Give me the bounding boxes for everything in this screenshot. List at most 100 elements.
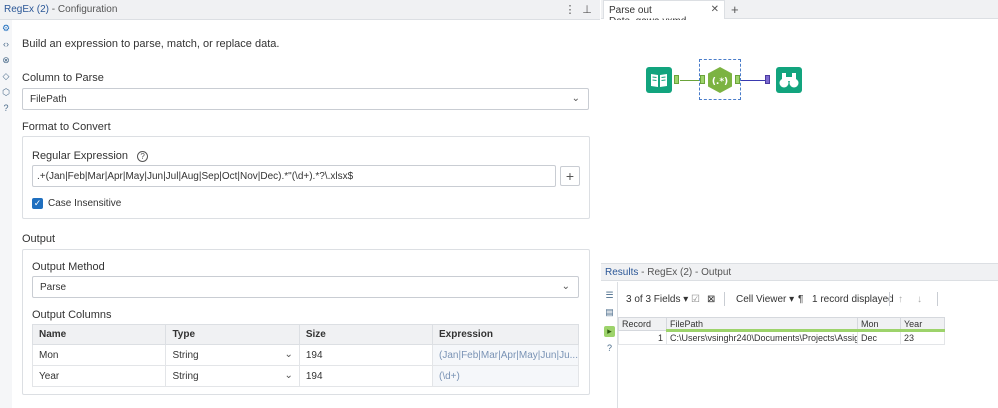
add-token-button[interactable]: + (560, 166, 580, 186)
config-sidebar: ⚙ ‹› ⊗ ◇ ⬡ ? (0, 22, 12, 118)
output-columns-table: Name Type Size Expression Mon String ⌄ 19… (31, 324, 579, 387)
help-icon[interactable]: ? (0, 102, 12, 114)
results-header: Results - RegEx (2) - Output (601, 263, 998, 281)
help-icon[interactable]: ? (604, 343, 615, 354)
toolbar-divider (889, 292, 890, 306)
column-header-expression: Expression (432, 324, 579, 345)
results-toolbar: 3 of 3 Fields ▾ ☑ ⊠ Cell Viewer ▾ ¶ 1 re… (618, 289, 998, 311)
code-icon[interactable]: ‹› (0, 38, 12, 50)
column-expression-cell: (\d+) (432, 365, 579, 387)
input-anchor[interactable] (765, 75, 770, 84)
grid-header-mon[interactable]: Mon (857, 317, 901, 332)
toolbar-divider (937, 292, 938, 306)
results-header-row: Record FilePath Mon Year (618, 317, 945, 332)
column-header-name: Name (31, 324, 167, 345)
output-method-select[interactable]: Parse ⌄ (32, 276, 579, 298)
output-method-label: Output Method (32, 261, 105, 273)
column-header-type: Type (165, 324, 300, 345)
connection-icon[interactable]: ⊗ (0, 54, 12, 66)
regex-tool[interactable]: (.*) (706, 66, 732, 93)
mon-cell[interactable]: Dec (857, 330, 901, 345)
chevron-down-icon: ⌄ (284, 349, 293, 360)
grid-header-filepath[interactable]: FilePath (666, 317, 858, 332)
configuration-panel: RegEx (2) - Configuration ⋮ ⊥ ⚙ ‹› ⊗ ◇ ⬡… (0, 0, 600, 408)
results-subtitle: - RegEx (2) - Output (641, 267, 732, 278)
close-icon[interactable]: ✕ (711, 4, 719, 15)
arrow-down-icon[interactable]: ↓ (917, 294, 922, 305)
browse-tool[interactable] (776, 67, 802, 93)
output-method-value: Parse (40, 282, 67, 293)
input-data-tool[interactable] (646, 67, 672, 93)
cell-viewer-label: Cell Viewer (736, 294, 787, 305)
toolbar-divider (724, 292, 725, 306)
tab-workflow[interactable]: Parse out Date_gawa.yxmd ✕ (603, 0, 725, 27)
connection-line (741, 80, 767, 81)
binoculars-icon (776, 67, 802, 93)
list-icon[interactable]: ☰ (604, 290, 615, 301)
output-columns-header-row: Name Type Size Expression (31, 324, 579, 345)
column-type-cell[interactable]: String ⌄ (165, 344, 300, 366)
filepath-cell[interactable]: C:\Users\vsinghr240\Documents\Projects\A… (666, 330, 858, 345)
pin-icon[interactable]: ⊥ (580, 3, 594, 16)
format-to-convert-label: Format to Convert (22, 121, 111, 133)
clear-selection-icon[interactable]: ⊠ (707, 294, 715, 305)
tag-icon[interactable]: ◇ (0, 70, 12, 82)
results-grid: Record FilePath Mon Year 1 C:\Users\vsin… (618, 317, 945, 345)
output-anchor[interactable] (674, 75, 679, 84)
output-columns-label: Output Columns (32, 309, 112, 321)
table-row: 1 C:\Users\vsinghr240\Documents\Projects… (618, 330, 945, 345)
chevron-down-icon: ⌄ (284, 370, 293, 381)
grid-header-record[interactable]: Record (618, 317, 667, 331)
config-tool-name: RegEx (2) (4, 4, 50, 15)
check-icon[interactable]: ☑ (691, 294, 700, 305)
gear-icon[interactable]: ⚙ (0, 22, 12, 34)
configuration-content: Build an expression to parse, match, or … (12, 20, 600, 408)
table-row: Year String ⌄ 194 (\d+) (31, 365, 579, 387)
configuration-title: RegEx (2) - Configuration (4, 4, 117, 15)
table-row: Mon String ⌄ 194 (Jan|Feb|Mar|Apr|May|Jun… (31, 344, 579, 366)
input-anchor[interactable] (700, 75, 705, 84)
output-group: Output Method Parse ⌄ Output Columns Nam… (22, 249, 590, 395)
column-header-size: Size (298, 324, 434, 345)
column-type-cell[interactable]: String ⌄ (165, 365, 300, 387)
regular-expression-label: Regular Expression (32, 150, 128, 162)
regular-expression-input[interactable]: .+(Jan|Feb|Mar|Apr|May|Jun|Jul|Aug|Sep|O… (32, 165, 556, 187)
chevron-down-icon: ⌄ (561, 281, 570, 292)
column-expression-cell: (Jan|Feb|Mar|Apr|May|Jun|Ju... (432, 344, 579, 366)
output-anchor[interactable] (735, 75, 740, 84)
config-title-suffix: - Configuration (51, 4, 118, 15)
column-type-value: String (172, 370, 199, 382)
cell-viewer-dropdown[interactable]: Cell Viewer ▾ (736, 294, 794, 305)
format-to-convert-group: Regular Expression ? .+(Jan|Feb|Mar|Apr|… (22, 136, 590, 219)
column-name-cell[interactable]: Mon (31, 344, 167, 366)
help-icon[interactable]: ? (137, 151, 149, 162)
case-insensitive-label: Case Insensitive (48, 198, 122, 209)
cube-icon[interactable]: ⬡ (0, 86, 12, 98)
regex-label-row: Regular Expression ? (32, 150, 149, 162)
svg-text:(.*): (.*) (712, 77, 728, 87)
data-icon[interactable]: ▸ (604, 326, 615, 337)
pilcrow-icon[interactable]: ¶ (798, 294, 803, 305)
table-icon[interactable]: ▤ (604, 307, 615, 318)
output-label: Output (22, 233, 56, 245)
column-to-parse-value: FilePath (30, 94, 67, 105)
column-name-cell[interactable]: Year (31, 365, 167, 387)
grid-header-year[interactable]: Year (900, 317, 945, 332)
arrow-up-icon[interactable]: ↑ (898, 294, 903, 305)
fields-selector[interactable]: 3 of 3 Fields ▾ (626, 294, 688, 305)
more-options-icon[interactable]: ⋮ (563, 3, 577, 16)
workflow-canvas[interactable]: (.*) (601, 20, 998, 260)
year-cell[interactable]: 23 (900, 330, 945, 345)
case-insensitive-checkbox[interactable]: ✓ (32, 198, 43, 209)
regex-hexagon-icon: (.*) (708, 67, 732, 93)
configuration-header: RegEx (2) - Configuration ⋮ ⊥ (0, 0, 600, 20)
add-tab-icon[interactable]: + (731, 2, 739, 17)
column-size-cell[interactable]: 194 (298, 344, 434, 366)
column-size-cell[interactable]: 194 (298, 365, 434, 387)
record-number-cell[interactable]: 1 (618, 330, 667, 345)
connection-line (680, 80, 700, 81)
results-title: Results (605, 267, 639, 278)
tool-description: Build an expression to parse, match, or … (22, 38, 280, 50)
column-type-value: String (172, 349, 199, 361)
column-to-parse-select[interactable]: FilePath ⌄ (22, 88, 589, 110)
